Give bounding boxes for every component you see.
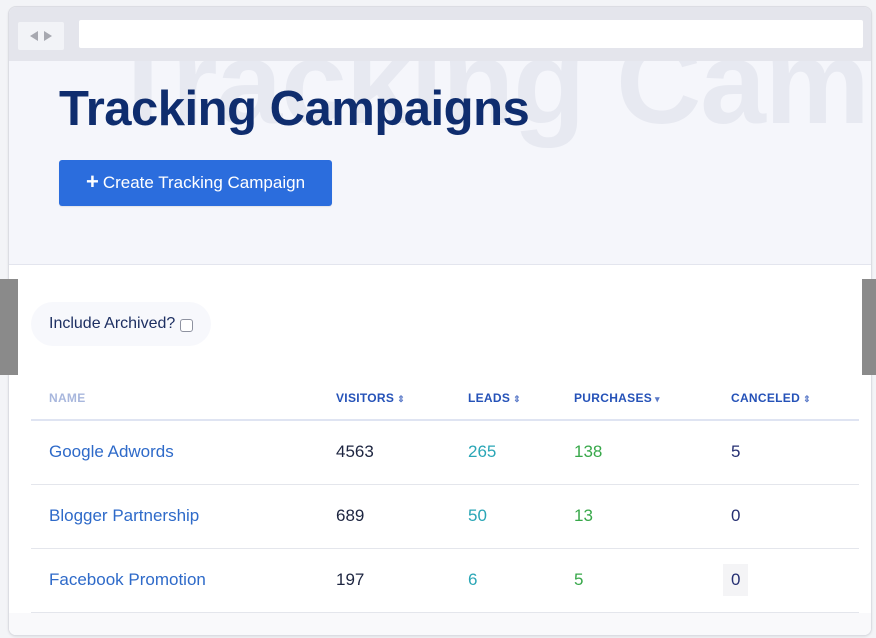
panel-footer bbox=[9, 613, 871, 635]
visitors-cell: 197 bbox=[318, 548, 450, 613]
sort-both-icon: ⇕ bbox=[513, 393, 522, 404]
table-row: Facebook Promotion 197 6 5 0 bbox=[31, 548, 859, 613]
campaigns-panel: Include Archived? NAME VISITORS ⇕ LEADS ⇕ bbox=[9, 266, 871, 635]
include-archived-filter[interactable]: Include Archived? bbox=[31, 302, 212, 346]
campaigns-table: NAME VISITORS ⇕ LEADS ⇕ PURCHASES ▾ CANCELE… bbox=[31, 376, 859, 613]
plus-icon: + bbox=[85, 169, 99, 194]
sort-both-icon: ⇕ bbox=[397, 393, 406, 404]
column-header-label: CANCELED bbox=[731, 390, 801, 405]
nav-buttons bbox=[18, 22, 64, 50]
leads-cell: 6 bbox=[450, 548, 556, 613]
create-button-label: Create Tracking Campaign bbox=[102, 173, 306, 192]
table-row: Blogger Partnership 689 50 13 0 bbox=[31, 484, 859, 549]
column-header-name: NAME bbox=[31, 376, 318, 421]
url-bar[interactable] bbox=[79, 20, 863, 48]
purchases-cell: 138 bbox=[556, 420, 713, 485]
sort-both-icon: ⇕ bbox=[803, 393, 811, 404]
name-cell: Facebook Promotion bbox=[31, 548, 318, 613]
include-archived-label: Include Archived? bbox=[49, 315, 176, 332]
name-cell: Google Adwords bbox=[31, 420, 318, 485]
column-header-label: PURCHASES bbox=[574, 390, 653, 405]
browser-toolbar bbox=[9, 7, 871, 61]
table-row: Google Adwords 4563 265 138 5 bbox=[31, 420, 859, 485]
purchases-cell: 13 bbox=[556, 484, 713, 549]
visitors-cell: 689 bbox=[318, 484, 450, 549]
canceled-cell: 0 bbox=[713, 548, 859, 613]
leads-cell: 50 bbox=[450, 484, 556, 549]
campaign-link[interactable]: Facebook Promotion bbox=[49, 570, 206, 589]
column-header-label: NAME bbox=[49, 390, 86, 405]
sort-desc-icon: ▾ bbox=[655, 393, 660, 404]
include-archived-checkbox[interactable] bbox=[180, 318, 194, 332]
table-header-row: NAME VISITORS ⇕ LEADS ⇕ PURCHASES ▾ CANCELE… bbox=[31, 376, 859, 421]
left-resize-handle[interactable] bbox=[0, 279, 18, 375]
right-resize-handle[interactable] bbox=[862, 279, 876, 375]
column-header-visitors[interactable]: VISITORS ⇕ bbox=[318, 376, 450, 421]
column-header-label: LEADS bbox=[468, 390, 511, 405]
canceled-cell: 0 bbox=[713, 484, 859, 549]
canceled-value-highlight: 0 bbox=[723, 564, 749, 596]
leads-cell: 265 bbox=[450, 420, 556, 485]
canceled-cell: 5 bbox=[713, 420, 859, 485]
name-cell: Blogger Partnership bbox=[31, 484, 318, 549]
campaign-link[interactable]: Blogger Partnership bbox=[49, 506, 199, 525]
column-header-purchases[interactable]: PURCHASES ▾ bbox=[556, 376, 713, 421]
browser-window: Tracking Campaigns Tracking Campaigns + … bbox=[8, 6, 872, 636]
visitors-cell: 4563 bbox=[318, 420, 450, 485]
purchases-cell: 5 bbox=[556, 548, 713, 613]
back-arrow-icon[interactable] bbox=[30, 31, 38, 41]
forward-arrow-icon[interactable] bbox=[44, 31, 52, 41]
create-tracking-campaign-button[interactable]: + Create Tracking Campaign bbox=[59, 160, 332, 206]
column-header-canceled[interactable]: CANCELED ⇕ bbox=[713, 376, 859, 421]
page-header: Tracking Campaigns Tracking Campaigns + … bbox=[9, 61, 871, 265]
page-title: Tracking Campaigns bbox=[59, 82, 530, 136]
column-header-label: VISITORS bbox=[336, 390, 395, 405]
column-header-leads[interactable]: LEADS ⇕ bbox=[450, 376, 556, 421]
campaign-link[interactable]: Google Adwords bbox=[49, 442, 174, 461]
